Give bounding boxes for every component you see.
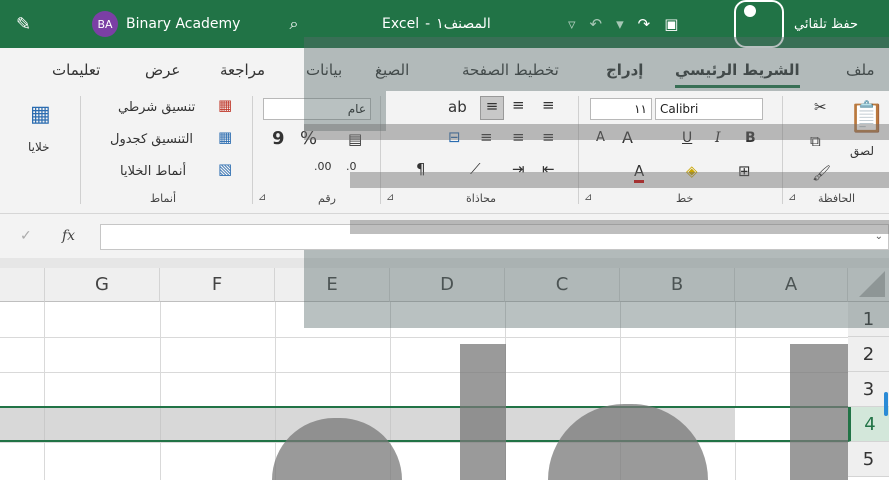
font-size-value: ١١	[634, 102, 647, 116]
title-separator: -	[425, 16, 431, 32]
cell-styles-button[interactable]: أنماط الخلايا	[120, 164, 186, 179]
grid-line	[0, 337, 848, 338]
app-name: Excel	[382, 16, 420, 32]
alignment-group-label: محاذاة	[466, 192, 497, 205]
increase-decimal-button[interactable]: .00	[314, 160, 332, 173]
grid-line	[0, 442, 848, 443]
tab-help[interactable]: تعليمات	[52, 48, 100, 92]
cells-button[interactable]: خلايا	[28, 140, 50, 154]
selection-cursor	[884, 392, 888, 416]
cut-icon[interactable]: ✂	[814, 98, 827, 116]
row-header-5[interactable]: 5	[848, 442, 889, 477]
draw-pen-icon[interactable]: ✎	[16, 0, 46, 48]
cell-grid[interactable]	[0, 302, 848, 480]
styles-group-label: أنماط	[150, 192, 177, 205]
font-launcher-icon[interactable]: ⊿	[584, 192, 592, 203]
document-name: المصنف١	[436, 16, 491, 32]
font-name-value: Calibri	[660, 102, 699, 116]
account-button[interactable]: BA Binary Academy	[92, 0, 240, 48]
comma-style-button[interactable]: 9	[272, 128, 285, 149]
row-header-3[interactable]: 3	[848, 372, 889, 407]
ribbon: 📋 لصق ✂ ⧉ 🖌 الحافظة ⊿ Calibri ١١ B I U A…	[0, 92, 889, 214]
redo-icon[interactable]: ↷	[638, 15, 651, 33]
number-launcher-icon[interactable]: ⊿	[258, 192, 266, 203]
alignment-launcher-icon[interactable]: ⊿	[386, 192, 394, 203]
conditional-format-button[interactable]: تنسيق شرطي	[118, 100, 195, 115]
insert-function-button[interactable]: fx	[62, 228, 75, 244]
row-header-4[interactable]: 4	[848, 407, 889, 442]
font-group-label: خط	[676, 192, 694, 205]
format-as-table-icon[interactable]: ▦	[218, 128, 232, 146]
avatar: BA	[92, 11, 118, 37]
cell-styles-icon[interactable]: ▧	[218, 160, 232, 178]
enter-check-icon[interactable]: ✓	[20, 228, 32, 244]
tab-review[interactable]: مراجعة	[220, 48, 265, 92]
align-middle-icon[interactable]: ≡	[480, 96, 504, 120]
selected-row-highlight	[0, 406, 848, 442]
cells-icon[interactable]: ▦	[30, 102, 51, 127]
grid-line	[0, 372, 848, 373]
overlay-block	[304, 37, 889, 91]
overlay-stripe	[350, 220, 889, 234]
grid-line	[160, 302, 161, 480]
save-icon[interactable]: ▣	[664, 15, 678, 33]
search-icon[interactable]: ⌕	[282, 0, 306, 48]
font-name-combo[interactable]: Calibri	[655, 98, 763, 120]
align-bottom-icon[interactable]: ≡	[542, 96, 555, 114]
account-name: Binary Academy	[126, 16, 241, 32]
column-header-g[interactable]: G	[45, 268, 160, 302]
overlay-stripe	[350, 172, 889, 188]
undo-dropdown-icon[interactable]: ▾	[616, 15, 624, 33]
font-size-combo[interactable]: ١١	[590, 98, 652, 120]
number-group-label: رقم	[318, 192, 336, 205]
clipboard-launcher-icon[interactable]: ⊿	[788, 192, 796, 203]
watermark-shape	[790, 344, 848, 480]
paste-button[interactable]: لصق	[850, 144, 874, 158]
wrap-text-icon[interactable]: ab	[448, 98, 467, 116]
ribbon-divider	[80, 96, 81, 204]
qat-customize-icon[interactable]: ▿	[568, 15, 576, 33]
clipboard-group-label: الحافظة	[818, 192, 856, 205]
column-header-f[interactable]: F	[160, 268, 275, 302]
ribbon-divider	[252, 96, 253, 204]
align-top-icon[interactable]: ≡	[512, 96, 525, 114]
column-header-partial[interactable]	[0, 268, 45, 302]
undo-icon[interactable]: ↶	[590, 15, 603, 33]
tab-view[interactable]: عرض	[145, 48, 180, 92]
watermark-shape	[460, 344, 506, 480]
grid-line	[735, 302, 736, 480]
grid-line	[275, 302, 276, 480]
row-header-2[interactable]: 2	[848, 337, 889, 372]
format-as-table-button[interactable]: التنسيق كجدول	[110, 132, 193, 147]
conditional-format-icon[interactable]: ▦	[218, 96, 232, 114]
overlay-block	[304, 250, 889, 328]
overlay-stripe	[304, 124, 889, 140]
